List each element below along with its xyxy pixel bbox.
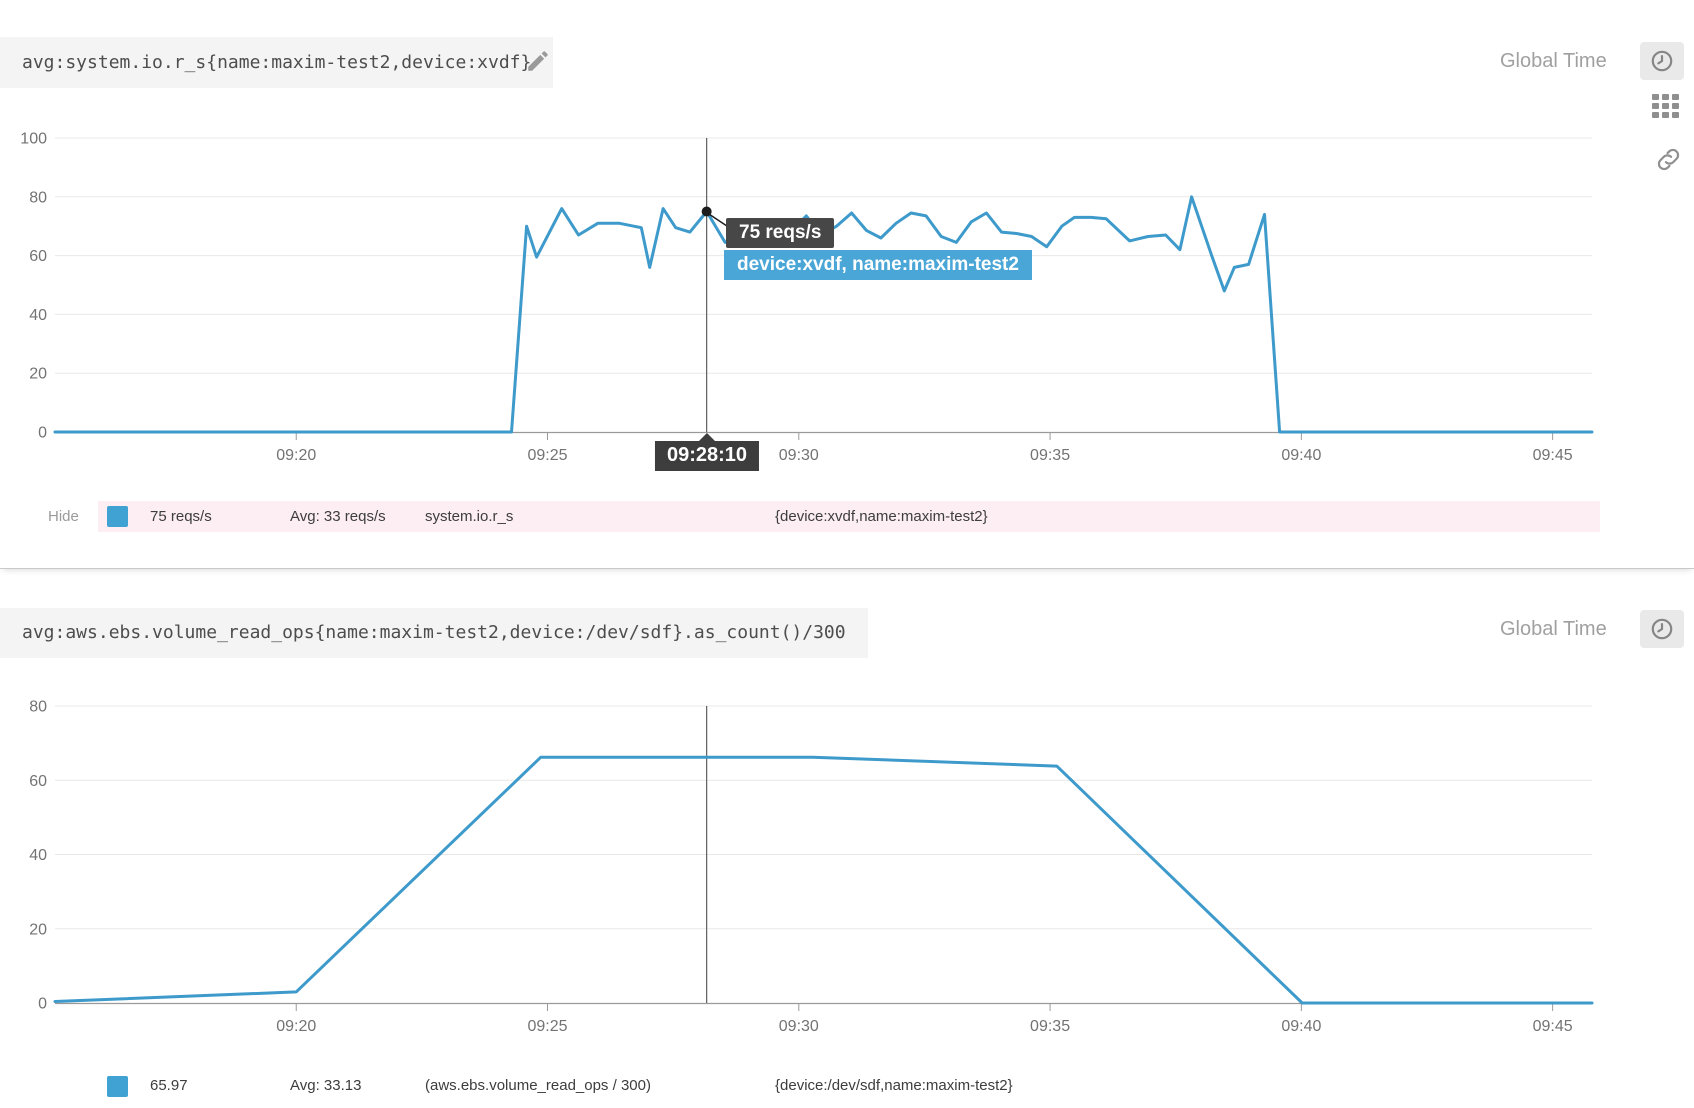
y-tick-label: 60 [29,773,47,790]
edit-pencil-icon[interactable] [525,48,551,74]
x-tick-label: 09:45 [1533,447,1573,464]
x-tick-label: 09:25 [527,1018,567,1035]
global-time-label-2: Global Time [1500,615,1607,643]
clock-icon [1649,616,1675,642]
x-tick-label: 09:20 [276,447,316,464]
link-icon[interactable] [1655,147,1682,177]
graph-panel-1: 0 20 40 60 80 100 09:20 09:25 09:30 09:35 09:40 09:… [0,0,1694,569]
series-line[interactable] [55,757,1592,1003]
legend-metric: system.io.r_s [425,501,513,532]
tooltip-value: 75 reqs/s [726,218,834,248]
y-tick-label: 80 [29,699,47,716]
clock-icon [1649,48,1675,74]
grid-icon[interactable] [1652,94,1681,125]
y-tick-label: 80 [29,189,47,206]
y-tick-label: 0 [38,425,47,442]
cursor-time-label: 09:28:10 [655,441,759,471]
legend-row-1[interactable]: 75 reqs/s Avg: 33 reqs/s system.io.r_s {… [98,501,1600,532]
x-tick-label: 09:40 [1281,447,1321,464]
legend-value: 65.97 [150,1071,188,1101]
x-tick-label: 09:35 [1030,1018,1070,1035]
y-tick-label: 60 [29,248,47,265]
y-tick-label: 40 [29,307,47,324]
x-tick-label: 09:45 [1533,1018,1573,1035]
query-text-1: avg:system.io.r_s{name:maxim-test2,devic… [22,52,531,73]
legend-avg: Avg: 33 reqs/s [290,501,386,532]
x-tick-label: 09:20 [276,1018,316,1035]
legend-row-2[interactable]: 65.97 Avg: 33.13 (aws.ebs.volume_read_op… [98,1071,1600,1101]
legend-value: 75 reqs/s [150,501,212,532]
y-tick-label: 40 [29,847,47,864]
query-text-2: avg:aws.ebs.volume_read_ops{name:maxim-t… [22,622,846,643]
global-time-clock-button-2[interactable] [1640,610,1684,648]
graph-panel-2: 02040608009:2009:2509:3009:3509:4009:45 … [0,570,1694,1107]
x-tick-label: 09:35 [1030,447,1070,464]
legend-scope: {device:/dev/sdf,name:maxim-test2} [775,1071,1013,1101]
cursor-dot [702,207,712,217]
global-time-clock-button-1[interactable] [1640,42,1684,80]
x-tick-label: 09:30 [779,447,819,464]
legend-metric: (aws.ebs.volume_read_ops / 300) [425,1071,651,1101]
legend-color-swatch[interactable] [107,506,128,527]
global-time-label-1: Global Time [1500,47,1607,75]
y-tick-label: 0 [38,996,47,1013]
legend-color-swatch[interactable] [107,1076,128,1097]
x-tick-label: 09:40 [1281,1018,1321,1035]
query-editor-2[interactable]: avg:aws.ebs.volume_read_ops{name:maxim-t… [0,608,868,658]
legend-avg: Avg: 33.13 [290,1071,361,1101]
query-editor-1[interactable]: avg:system.io.r_s{name:maxim-test2,devic… [0,37,553,88]
tooltip-scope: device:xvdf, name:maxim-test2 [724,250,1032,280]
pencil-icon [525,48,551,74]
x-tick-label: 09:25 [527,447,567,464]
y-tick-label: 20 [29,921,47,938]
legend-hide-button[interactable]: Hide [48,501,79,532]
y-tick-label: 20 [29,366,47,383]
x-tick-label: 09:30 [779,1018,819,1035]
legend-scope: {device:xvdf,name:maxim-test2} [775,501,988,532]
y-tick-label: 100 [20,131,47,148]
